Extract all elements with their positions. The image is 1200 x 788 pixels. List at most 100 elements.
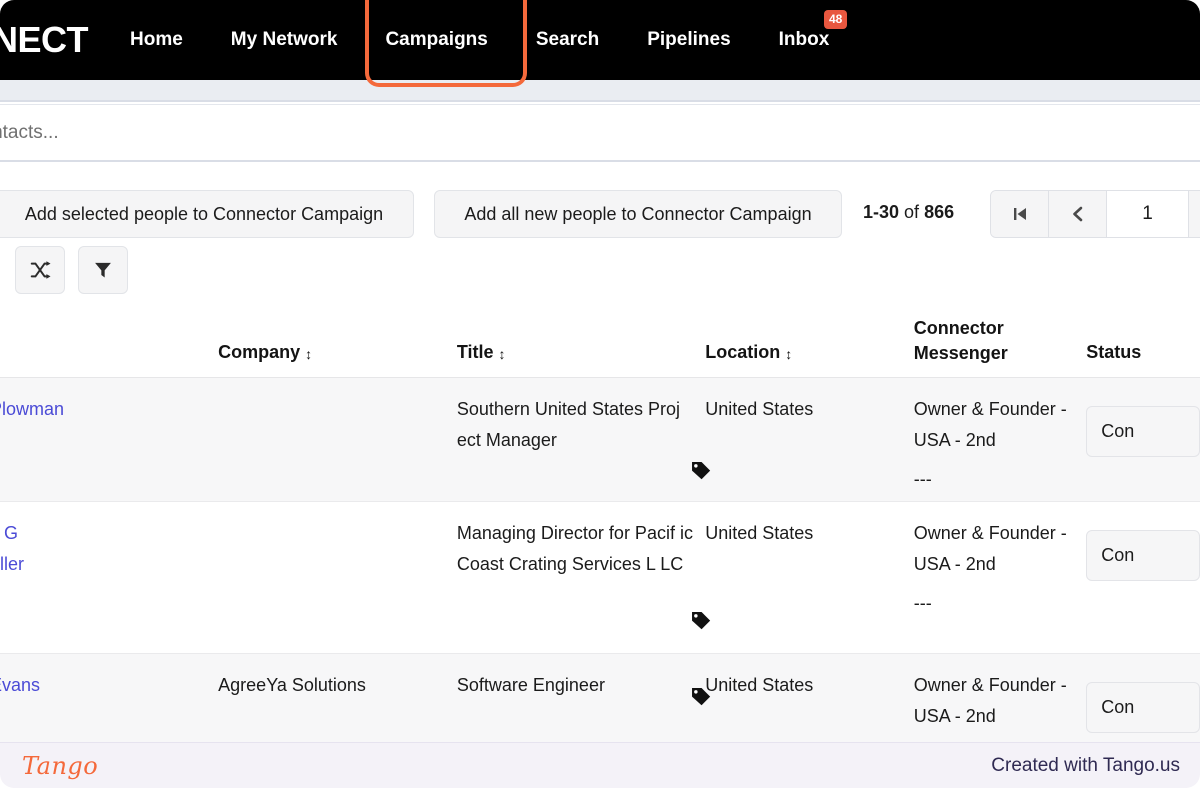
nav-item-campaigns[interactable]: Campaigns [361, 0, 511, 80]
contact-name-link[interactable]: Evans [0, 675, 40, 695]
sort-updown-icon[interactable]: ↕ [785, 347, 792, 361]
nav-items: Home My Network Campaigns Search Pipelin… [106, 0, 853, 80]
row-status-cell: Con [1086, 654, 1200, 733]
row-tag-icon-wrap[interactable] [690, 460, 712, 487]
connector-sub-value: --- [913, 592, 932, 613]
row-location-cell: United States [705, 502, 914, 549]
title-value: Software Engineer [456, 675, 605, 695]
contact-name-link[interactable]: y G ller [0, 523, 24, 574]
pagination-next-partial[interactable] [1189, 191, 1200, 237]
nav-item-inbox-label: Inbox [778, 29, 830, 50]
table-row[interactable]: y G ller Managing Director for Pacif ic … [0, 502, 1200, 654]
tag-icon [692, 612, 711, 630]
connector-sub-value: --- [913, 468, 932, 489]
nav-item-pipelines[interactable]: Pipelines [623, 0, 754, 80]
col-header-company-label: Company [218, 342, 301, 362]
contact-name-link[interactable]: Plowman [0, 399, 64, 419]
results-total: 866 [924, 202, 955, 222]
col-header-location[interactable]: Location ↕ [705, 342, 914, 377]
top-navigation-bar: NECT Home My Network Campaigns Search Pi… [0, 0, 1200, 80]
app-screenshot: NECT Home My Network Campaigns Search Pi… [0, 0, 1200, 788]
row-tag-icon-wrap[interactable] [690, 610, 712, 637]
col-header-connector-line2: Messenger [913, 342, 1008, 363]
tag-icon [692, 462, 711, 480]
title-value: Southern United States Proj ect Manager [456, 399, 680, 450]
results-range: 1-30 [863, 202, 900, 222]
company-value: AgreeYa Solutions [218, 675, 366, 695]
row-location-cell: United States [705, 378, 914, 425]
col-header-status: Status [1086, 342, 1200, 377]
first-page-button[interactable] [991, 191, 1049, 237]
inbox-unread-badge: 48 [823, 10, 848, 29]
title-value: Managing Director for Pacif ic Coast Cra… [456, 523, 693, 574]
col-header-title[interactable]: Title ↕ [457, 342, 705, 377]
col-header-connector-messenger: Connector Messenger [914, 316, 1087, 377]
row-location-cell: United States [705, 654, 914, 701]
table-header-row: Company ↕ Title ↕ Location ↕ Connector M… [0, 298, 1200, 378]
connect-status-button[interactable]: Con [1086, 406, 1200, 457]
row-title-cell: Software Engineer [457, 654, 705, 701]
row-tag-icon-wrap[interactable] [690, 686, 712, 713]
page-number-value: 1 [1142, 203, 1153, 224]
search-contacts-input[interactable] [0, 121, 1172, 144]
add-all-new-people-label: Add all new people to Connector Campaign [464, 203, 812, 224]
col-header-title-label: Title [456, 342, 494, 362]
tag-icon [692, 688, 711, 706]
pagination-control: 1 [990, 190, 1200, 238]
connector-value: Owner & Founder - USA - 2nd [913, 675, 1067, 726]
row-connector-cell: Owner & Founder - USA - 2nd --- [914, 378, 1087, 495]
nav-item-my-network[interactable]: My Network [207, 0, 362, 80]
sort-updown-icon[interactable]: ↕ [499, 347, 506, 361]
nav-item-search[interactable]: Search [512, 0, 623, 80]
previous-page-icon [1072, 206, 1082, 222]
shuffle-button[interactable] [15, 246, 65, 294]
connector-value: Owner & Founder - USA - 2nd [913, 523, 1067, 574]
row-connector-cell: Owner & Founder - USA - 2nd [914, 654, 1087, 740]
tango-footer: Tango Created with Tango.us [0, 742, 1200, 788]
action-toolbar: Add selected people to Connector Campaig… [0, 164, 1200, 298]
location-value: United States [705, 399, 814, 419]
sort-updown-icon[interactable]: ↕ [305, 347, 312, 361]
tango-logo: Tango [22, 751, 99, 780]
page-number-input[interactable]: 1 [1107, 191, 1189, 237]
connector-value: Owner & Founder - USA - 2nd [913, 399, 1067, 450]
results-of-word: of [904, 202, 920, 222]
secondary-bar [0, 80, 1200, 102]
row-connector-cell: Owner & Founder - USA - 2nd --- [914, 502, 1087, 619]
row-name-cell: y G ller [0, 502, 106, 580]
results-count: 1-30 of 866 [863, 202, 954, 223]
row-title-cell: Managing Director for Pacif ic Coast Cra… [457, 502, 705, 580]
tango-credit-label: Created with Tango.us [991, 754, 1180, 776]
row-status-cell: Con [1086, 378, 1200, 457]
app-logo[interactable]: NECT [0, 19, 106, 61]
row-name-cell: Evans [0, 654, 106, 701]
col-header-connector-line1: Connector [913, 318, 1004, 339]
row-status-cell: Con [1086, 502, 1200, 581]
location-value: United States [705, 675, 814, 695]
connect-status-button[interactable]: Con [1086, 682, 1200, 733]
row-company-cell: AgreeYa Solutions [106, 654, 457, 701]
add-all-new-people-button[interactable]: Add all new people to Connector Campaign [434, 190, 842, 238]
col-header-company[interactable]: Company ↕ [106, 342, 457, 377]
nav-item-inbox[interactable]: Inbox 48 [755, 0, 854, 80]
col-header-name [0, 363, 106, 377]
filter-button[interactable] [78, 246, 128, 294]
row-company-cell [106, 378, 457, 425]
col-header-location-label: Location [705, 342, 781, 362]
nav-item-pipelines-label: Pipelines [647, 29, 731, 50]
connect-status-button[interactable]: Con [1086, 530, 1200, 581]
location-value: United States [705, 523, 814, 543]
row-company-cell [106, 502, 457, 549]
add-selected-people-button[interactable]: Add selected people to Connector Campaig… [0, 190, 414, 238]
search-row [0, 104, 1200, 162]
add-selected-people-label: Add selected people to Connector Campaig… [24, 203, 384, 224]
table-row[interactable]: Plowman Southern United States Proj ect … [0, 378, 1200, 502]
previous-page-button[interactable] [1049, 191, 1107, 237]
filter-funnel-icon [95, 262, 111, 278]
nav-item-home-label: Home [130, 29, 183, 50]
row-name-cell: Plowman [0, 378, 106, 425]
nav-item-my-network-label: My Network [230, 29, 338, 50]
nav-item-home[interactable]: Home [106, 0, 207, 80]
shuffle-icon [30, 261, 51, 279]
contacts-table: Company ↕ Title ↕ Location ↕ Connector M… [0, 298, 1200, 760]
